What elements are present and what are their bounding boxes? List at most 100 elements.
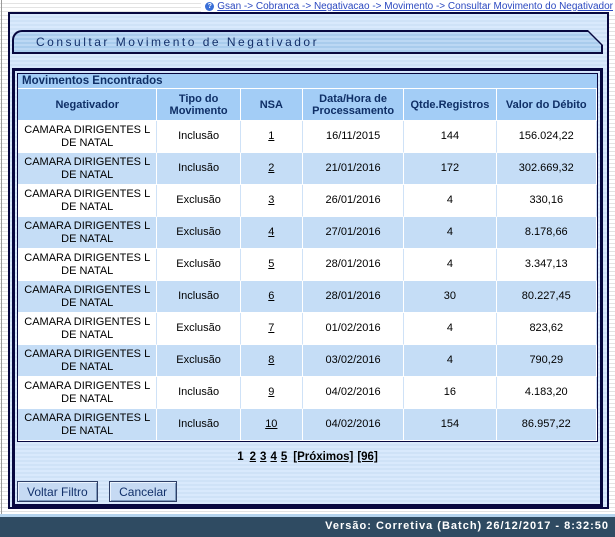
- nsa-link[interactable]: 10: [265, 418, 277, 430]
- cell-tipo-movimento: Exclusão: [157, 249, 240, 281]
- cell-tipo-movimento: Exclusão: [157, 313, 240, 345]
- nsa-link[interactable]: 7: [268, 322, 274, 334]
- cell-qtde-registros: 4: [404, 249, 496, 281]
- nsa-link[interactable]: 1: [268, 130, 274, 142]
- page-link[interactable]: 3: [260, 451, 266, 463]
- cell-negativador: CAMARA DIRIGENTES L DE NATAL: [18, 185, 157, 217]
- nsa-cell: 4: [241, 217, 303, 249]
- table-caption: Movimentos Encontrados: [18, 74, 597, 89]
- cell-tipo-movimento: Inclusão: [157, 409, 240, 441]
- cell-valor-debito: 823,62: [497, 313, 597, 345]
- page-current: 1: [237, 451, 243, 463]
- nsa-cell: 9: [241, 377, 303, 409]
- nsa-cell: 7: [241, 313, 303, 345]
- voltar-filtro-button[interactable]: Voltar Filtro: [17, 481, 98, 502]
- page-link[interactable]: 5: [281, 451, 287, 463]
- table-row: CAMARA DIRIGENTES L DE NATALInclusão904/…: [18, 377, 597, 409]
- cell-data-processamento: 21/01/2016: [303, 153, 404, 185]
- cell-qtde-registros: 4: [404, 313, 496, 345]
- last-page-link[interactable]: [96]: [357, 451, 377, 463]
- table-row: CAMARA DIRIGENTES L DE NATALExclusão 8 03/…: [18, 345, 597, 377]
- cancelar-button[interactable]: Cancelar: [109, 481, 177, 502]
- col-negativador: Negativador: [18, 89, 157, 121]
- col-nsa: NSA: [241, 89, 303, 121]
- nsa-link[interactable]: 8: [268, 354, 274, 366]
- page-link[interactable]: 2: [250, 451, 256, 463]
- cell-qtde-registros: 154: [404, 409, 496, 441]
- cell-valor-debito: 302.669,32: [497, 153, 597, 185]
- nsa-cell: 1: [241, 121, 303, 153]
- cell-negativador: CAMARA DIRIGENTES L DE NATAL: [18, 313, 157, 345]
- version-text: Versão: Corretiva (Batch) 26/12/2017 - 8…: [325, 520, 609, 532]
- table-row: CAMARA DIRIGENTES L DE NATALExclusão427/…: [18, 217, 597, 249]
- results-frame: Movimentos Encontrados Negativador Tipo …: [12, 68, 603, 507]
- nsa-cell: 3: [241, 185, 303, 217]
- cell-data-processamento: 27/01/2016: [303, 217, 404, 249]
- cell-negativador: CAMARA DIRIGENTES L DE NATAL: [18, 121, 157, 153]
- cell-tipo-movimento: Inclusão: [157, 153, 240, 185]
- cell-tipo-movimento: Inclusão: [157, 281, 240, 313]
- cell-data-processamento: 26/01/2016: [303, 185, 404, 217]
- top-bar: ? Gsan -> Cobranca -> Negativacao -> Mov…: [0, 0, 615, 12]
- cell-data-processamento: 04/02/2016: [303, 409, 404, 441]
- cell-tipo-movimento: Exclusão: [157, 345, 240, 377]
- cell-qtde-registros: 4: [404, 217, 496, 249]
- table-header-row: Negativador Tipo do Movimento NSA Data/H…: [18, 89, 597, 121]
- help-icon[interactable]: ?: [205, 2, 214, 11]
- movements-table: Movimentos Encontrados Negativador Tipo …: [17, 73, 598, 442]
- cell-valor-debito: 4.183,20: [497, 377, 597, 409]
- cell-valor-debito: 3.347,13: [497, 249, 597, 281]
- cell-qtde-registros: 144: [404, 121, 496, 153]
- nsa-link[interactable]: 5: [268, 258, 274, 270]
- page-title: Consultar Movimento de Negativador: [14, 32, 601, 52]
- table-row: CAMARA DIRIGENTES L DE NATALExclusão 7 01/…: [18, 313, 597, 345]
- pagination: 12345[Próximos][96]: [15, 451, 600, 463]
- table-row: CAMARA DIRIGENTES L DE NATALInclusão 10 04…: [18, 409, 597, 441]
- col-qtde-registros: Qtde.Registros: [404, 89, 496, 121]
- page-links: 2345: [248, 451, 290, 463]
- movements-table-body: CAMARA DIRIGENTES L DE NATALInclusão116/…: [18, 121, 597, 441]
- cell-data-processamento: 04/02/2016: [303, 377, 404, 409]
- table-row: CAMARA DIRIGENTES L DE NATALInclusão628/…: [18, 281, 597, 313]
- breadcrumb-path[interactable]: Gsan -> Cobranca -> Negativacao -> Movim…: [217, 1, 613, 12]
- cell-negativador: CAMARA DIRIGENTES L DE NATAL: [18, 249, 157, 281]
- cell-tipo-movimento: Inclusão: [157, 121, 240, 153]
- breadcrumb: ? Gsan -> Cobranca -> Negativacao -> Mov…: [201, 0, 615, 12]
- cell-valor-debito: 80.227,45: [497, 281, 597, 313]
- version-bar: Versão: Corretiva (Batch) 26/12/2017 - 8…: [0, 514, 615, 537]
- cell-tipo-movimento: Exclusão: [157, 217, 240, 249]
- nsa-link[interactable]: 2: [268, 162, 274, 174]
- cell-negativador: CAMARA DIRIGENTES L DE NATAL: [18, 217, 157, 249]
- nsa-link[interactable]: 4: [268, 226, 274, 238]
- cell-negativador: CAMARA DIRIGENTES L DE NATAL: [18, 153, 157, 185]
- table-row: CAMARA DIRIGENTES L DE NATALInclusão 2 21/…: [18, 153, 597, 185]
- cell-data-processamento: 16/11/2015: [303, 121, 404, 153]
- cell-valor-debito: 330,16: [497, 185, 597, 217]
- nsa-link[interactable]: 6: [268, 290, 274, 302]
- cell-data-processamento: 03/02/2016: [303, 345, 404, 377]
- nsa-cell: 10: [241, 409, 303, 441]
- cell-valor-debito: 790,29: [497, 345, 597, 377]
- cell-tipo-movimento: Exclusão: [157, 185, 240, 217]
- nsa-link[interactable]: 9: [268, 386, 274, 398]
- cell-data-processamento: 28/01/2016: [303, 281, 404, 313]
- next-pages-link[interactable]: [Próximos]: [293, 451, 353, 463]
- main-panel: Consultar Movimento de Negativador Movim…: [8, 12, 609, 509]
- action-buttons: Voltar Filtro Cancelar: [17, 481, 184, 502]
- cell-data-processamento: 01/02/2016: [303, 313, 404, 345]
- cell-qtde-registros: 4: [404, 345, 496, 377]
- cell-valor-debito: 8.178,66: [497, 217, 597, 249]
- cell-qtde-registros: 4: [404, 185, 496, 217]
- table-row: CAMARA DIRIGENTES L DE NATALInclusão 1 16/…: [18, 121, 597, 153]
- table-row: CAMARA DIRIGENTES L DE NATALExclusão 3 26/…: [18, 185, 597, 217]
- table-row: CAMARA DIRIGENTES L DE NATALExclusão528/…: [18, 249, 597, 281]
- page-link[interactable]: 4: [270, 451, 276, 463]
- cell-negativador: CAMARA DIRIGENTES L DE NATAL: [18, 345, 157, 377]
- page-title-tab: Consultar Movimento de Negativador: [12, 30, 603, 54]
- cell-negativador: CAMARA DIRIGENTES L DE NATAL: [18, 409, 157, 441]
- nsa-cell: 8: [241, 345, 303, 377]
- cell-valor-debito: 86.957,22: [497, 409, 597, 441]
- nsa-cell: 2: [241, 153, 303, 185]
- cell-negativador: CAMARA DIRIGENTES L DE NATAL: [18, 377, 157, 409]
- nsa-link[interactable]: 3: [268, 194, 274, 206]
